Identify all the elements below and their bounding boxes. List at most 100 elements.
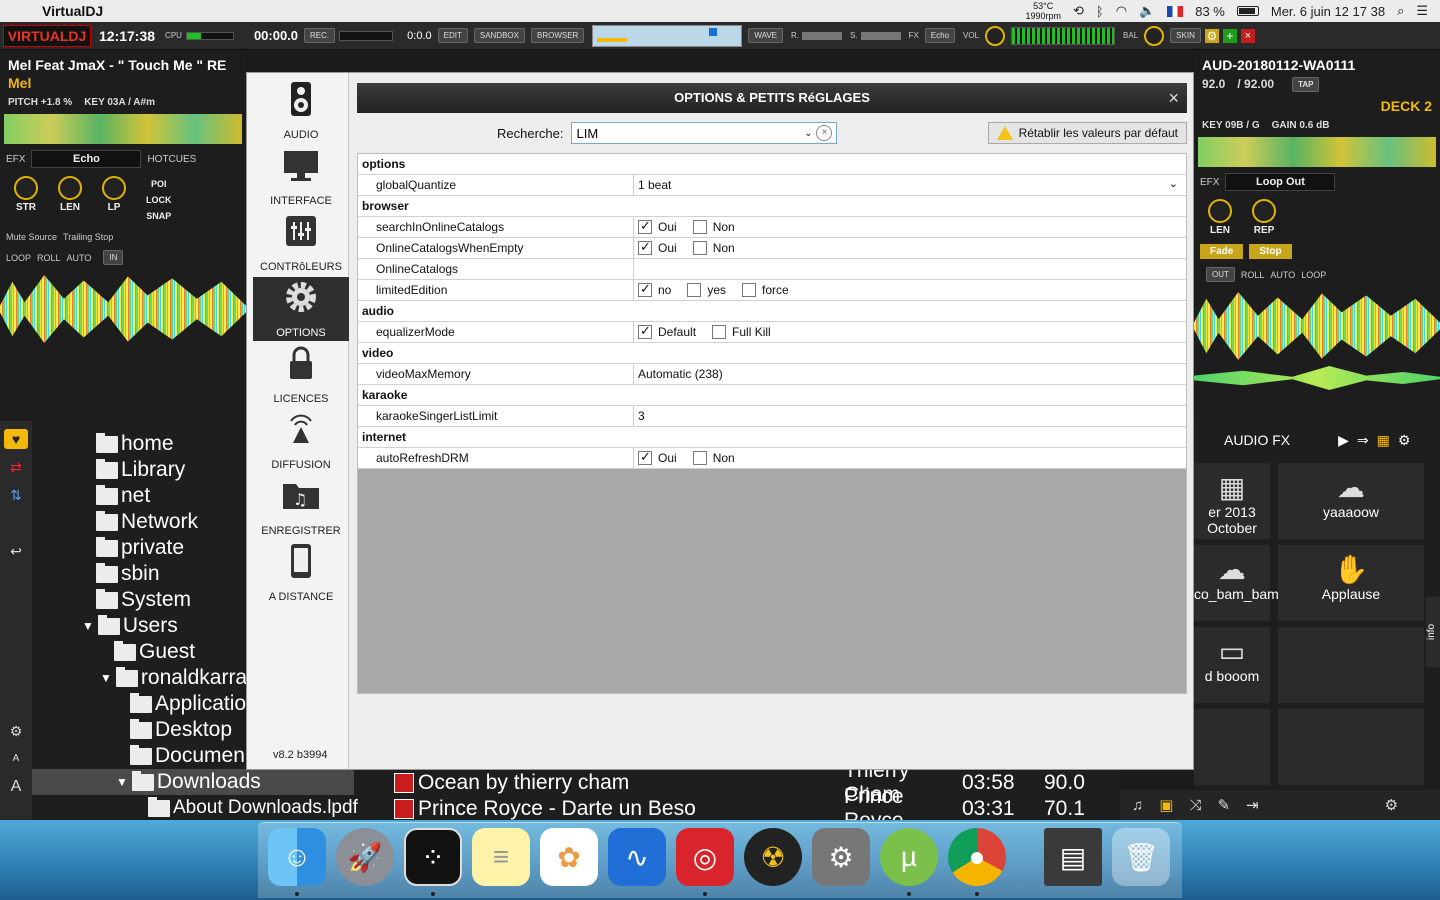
- sideview-icon[interactable]: ▣: [1159, 796, 1173, 814]
- skin-button[interactable]: SKIN: [1170, 28, 1201, 43]
- fade-button[interactable]: Fade: [1200, 244, 1244, 259]
- globalquantize-dropdown[interactable]: 1 beat ⌄: [634, 175, 1186, 195]
- bluetooth-icon[interactable]: ᛒ: [1096, 4, 1104, 19]
- deck-right-overview-waveform[interactable]: [1194, 366, 1440, 390]
- checkbox-non[interactable]: [692, 451, 707, 465]
- audio-fx-label[interactable]: AUDIO FX: [1224, 432, 1290, 448]
- checkbox-yes[interactable]: [687, 283, 702, 297]
- empty-sample-cell[interactable]: [1278, 709, 1424, 785]
- load-icon[interactable]: ⇒: [1357, 432, 1369, 449]
- notification-center-icon[interactable]: ☰: [1416, 3, 1428, 19]
- play-icon[interactable]: ▶: [1338, 432, 1349, 449]
- sample-cell[interactable]: ✋ Applause: [1278, 545, 1424, 621]
- expand-triangle-icon[interactable]: ▼: [100, 671, 112, 685]
- nav-diffusion[interactable]: DIFFUSION: [253, 409, 349, 473]
- checkbox-oui[interactable]: [638, 449, 652, 465]
- deck-right-roll-button[interactable]: ROLL: [1241, 270, 1265, 280]
- downloads-stack-icon[interactable]: ▤: [1044, 828, 1102, 886]
- utorrent-icon[interactable]: µ: [880, 828, 938, 886]
- photos-icon[interactable]: ✿: [540, 828, 598, 886]
- folder-item[interactable]: Network: [96, 509, 198, 535]
- burn-app-icon[interactable]: ☢: [744, 828, 802, 886]
- deck-right-out-button[interactable]: OUT: [1206, 267, 1235, 282]
- nav-interface[interactable]: INTERFACE: [253, 145, 349, 209]
- nav-licences[interactable]: LICENCES: [253, 343, 349, 407]
- checkbox-no[interactable]: [638, 281, 652, 297]
- deck-left-str-knob[interactable]: STR: [14, 176, 38, 224]
- song-row[interactable]: Ocean by thierry cham Thierry Cham 03:58…: [380, 759, 1120, 806]
- master-volume-knob[interactable]: [985, 25, 1006, 46]
- checkbox-non[interactable]: [692, 241, 707, 255]
- deck-left-roll-button[interactable]: ROLL: [37, 253, 61, 263]
- deck-left-waveform[interactable]: [0, 275, 246, 343]
- folder-item[interactable]: sbin: [96, 561, 160, 587]
- folder-item[interactable]: ▼ Downloads: [116, 769, 261, 795]
- folder-item[interactable]: ▼ Users: [82, 613, 178, 639]
- nav-audio[interactable]: AUDIO: [253, 79, 349, 143]
- spotlight-search-icon[interactable]: ⌕: [1397, 3, 1404, 19]
- checkbox-non[interactable]: [692, 220, 707, 234]
- deck-right-waveform[interactable]: [1194, 292, 1440, 360]
- deck-left-poi-lock-snap[interactable]: POI LOCK SNAP: [146, 176, 172, 224]
- edit-icon[interactable]: ✎: [1217, 796, 1230, 814]
- menubar-clock[interactable]: Mer. 6 juin 12 17 38: [1271, 4, 1385, 19]
- deck-left-len-knob[interactable]: LEN: [58, 176, 82, 224]
- deck-right-efx-select[interactable]: Loop Out: [1225, 173, 1336, 191]
- close-app-icon[interactable]: ×: [1240, 28, 1255, 43]
- deck-left-mini-waveform[interactable]: [4, 114, 242, 144]
- deck-left-in-button[interactable]: IN: [103, 250, 124, 265]
- browser-settings-gear-icon[interactable]: ⚙: [4, 721, 28, 741]
- input-source-flag-icon[interactable]: [1167, 5, 1184, 17]
- folder-item[interactable]: About Downloads.lpdf: [148, 795, 358, 821]
- battery-percent[interactable]: 83 %: [1195, 4, 1225, 19]
- font-large-icon[interactable]: A: [4, 777, 28, 797]
- toolbar-settings-gear-icon[interactable]: ⚙: [1385, 796, 1398, 814]
- settings-gear-icon[interactable]: ⚙: [1204, 28, 1219, 43]
- time-machine-icon[interactable]: ⟲: [1073, 3, 1084, 19]
- export-icon[interactable]: ⇥: [1246, 796, 1259, 814]
- sample-cell[interactable]: ▦ er 2013 October: [1194, 463, 1270, 539]
- chevron-down-icon[interactable]: ⌄: [804, 128, 812, 139]
- folder-item[interactable]: Guest: [114, 639, 195, 665]
- deck-right-len-knob[interactable]: LEN: [1208, 199, 1232, 236]
- search-input[interactable]: [576, 125, 805, 141]
- expand-triangle-icon[interactable]: ▼: [116, 775, 128, 789]
- deck-left-lp-knob[interactable]: LP: [102, 176, 126, 224]
- r-slider[interactable]: [802, 31, 842, 40]
- wifi-icon[interactable]: ◠: [1116, 3, 1127, 19]
- add-favorite-folder-icon[interactable]: ♥: [4, 429, 28, 449]
- temp-readout[interactable]: 53°C 1990rpm: [1025, 1, 1061, 21]
- nav-enregistrer[interactable]: ♫ ENREGISTRER: [253, 475, 349, 539]
- system-preferences-icon[interactable]: ⚙: [812, 828, 870, 886]
- checkbox-full-kill[interactable]: [712, 325, 727, 339]
- deck-left-efx-select[interactable]: Echo: [31, 150, 142, 168]
- checkbox-oui[interactable]: [638, 218, 652, 234]
- folder-item[interactable]: System: [96, 587, 191, 613]
- folder-item[interactable]: Library: [96, 457, 185, 483]
- mute-source-label[interactable]: Mute Source: [6, 232, 57, 242]
- add-filter-folder-icon[interactable]: ⇄: [4, 457, 28, 477]
- sideview-settings-gear-icon[interactable]: ⚙: [1398, 432, 1411, 449]
- grid-view-icon[interactable]: ▦: [1377, 432, 1390, 449]
- battery-icon[interactable]: [1236, 6, 1259, 16]
- stop-button[interactable]: Stop: [1249, 244, 1292, 259]
- nav-options[interactable]: OPTIONS: [253, 277, 349, 341]
- folder-item[interactable]: private: [96, 535, 184, 561]
- info-tab[interactable]: info: [1426, 597, 1440, 667]
- search-combobox[interactable]: ⌄ ×: [571, 122, 838, 144]
- add-playlist-icon[interactable]: ⇅: [4, 485, 28, 505]
- balance-knob[interactable]: [1144, 25, 1165, 46]
- deck-right-tap-button[interactable]: TAP: [1292, 77, 1320, 92]
- sandbox-button[interactable]: SANDBOX: [473, 28, 525, 43]
- close-icon[interactable]: ×: [1168, 83, 1179, 113]
- audio-app-icon[interactable]: ∿: [608, 828, 666, 886]
- expand-triangle-icon[interactable]: ▼: [82, 619, 94, 633]
- nav-controleurs[interactable]: CONTRôLEURS: [253, 211, 349, 275]
- song-row[interactable]: Prince Royce - Darte un Beso Prince Royc…: [380, 785, 1120, 832]
- chrome-icon[interactable]: ●: [948, 828, 1006, 886]
- nav-a-distance[interactable]: A DISTANCE: [253, 541, 349, 605]
- s-slider[interactable]: [860, 31, 901, 40]
- sort-icon[interactable]: ♫: [1132, 797, 1143, 814]
- browser-button[interactable]: BROWSER: [530, 28, 585, 43]
- music-app-icon[interactable]: ◎: [676, 828, 734, 886]
